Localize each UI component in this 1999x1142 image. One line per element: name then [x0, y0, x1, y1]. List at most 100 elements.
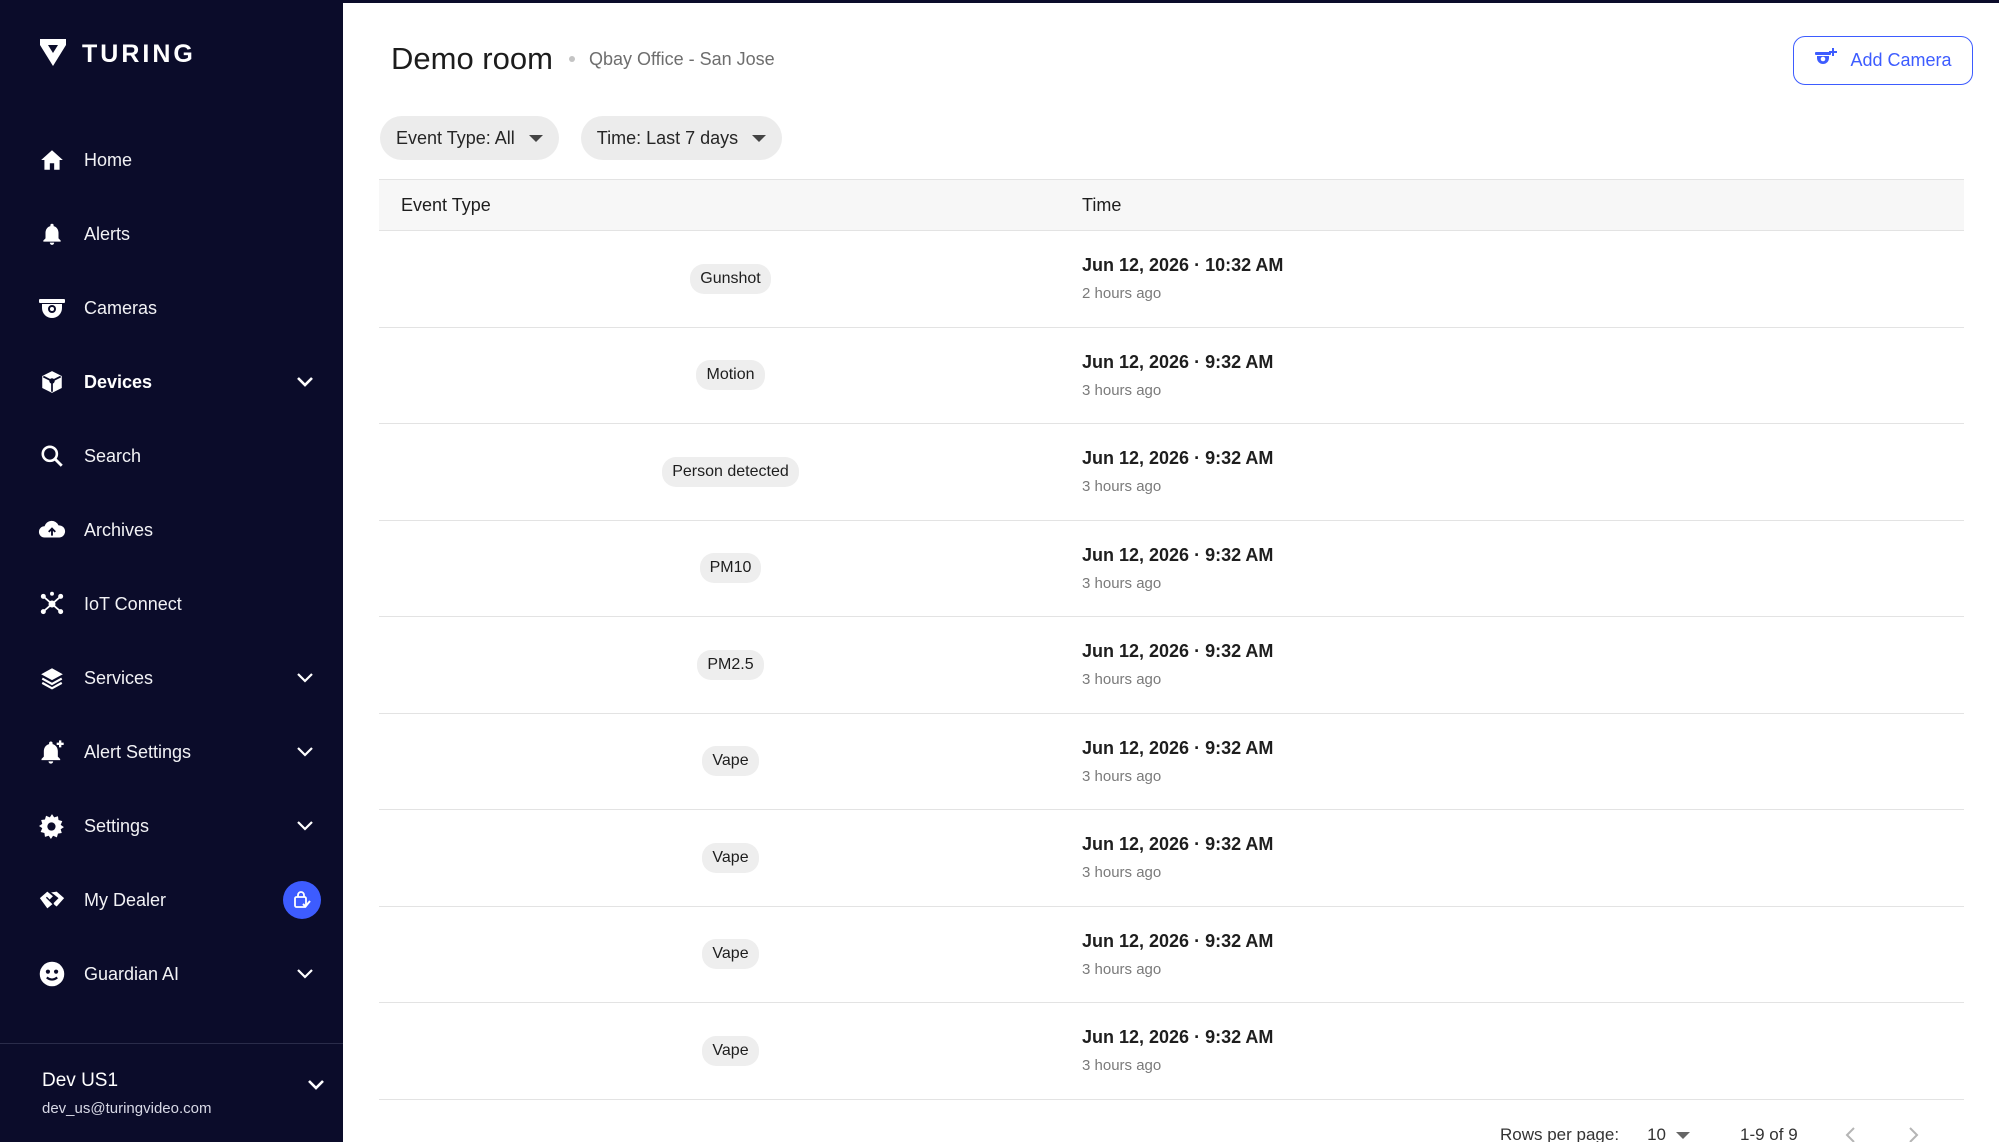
previous-page-button[interactable] — [1838, 1123, 1862, 1142]
table-header: Event Type Time — [379, 179, 1964, 231]
add-camera-button[interactable]: Add Camera — [1793, 36, 1973, 85]
table-row[interactable]: Vape Jun 12, 2026 · 9:32 AM 3 hours ago — [379, 810, 1964, 907]
gear-icon — [38, 812, 66, 840]
handshake-icon — [38, 886, 66, 914]
sidebar-item-label: Alerts — [84, 223, 131, 244]
event-type-badge: PM10 — [699, 553, 762, 584]
sidebar-item-archives[interactable]: Archives — [0, 493, 343, 567]
chevron-down-icon[interactable] — [295, 372, 315, 392]
column-header-time[interactable]: Time — [1082, 195, 1964, 216]
brand-name: TURING — [82, 40, 196, 68]
event-type-badge: Motion — [696, 360, 765, 391]
column-header-event-type[interactable]: Event Type — [379, 195, 1082, 216]
sidebar-item-guardian-ai[interactable]: Guardian AI — [0, 937, 343, 1011]
chevron-down-icon[interactable] — [295, 964, 315, 984]
dealer-badge-icon[interactable] — [283, 881, 321, 919]
table-body: Gunshot Jun 12, 2026 · 10:32 AM 2 hours ag… — [379, 231, 1964, 1100]
time-cell: Jun 12, 2026 · 9:32 AM 3 hours ago — [1082, 738, 1964, 785]
time-filter-label: Time: Last 7 days — [596, 127, 739, 148]
robot-face-icon — [38, 960, 66, 988]
time-cell: Jun 12, 2026 · 9:32 AM 3 hours ago — [1082, 448, 1964, 495]
sidebar-item-label: Home — [84, 149, 133, 170]
event-type-badge: Gunshot — [690, 263, 771, 294]
sidebar-item-iot-connect[interactable]: IoT Connect — [0, 567, 343, 641]
event-type-badge: PM2.5 — [697, 649, 764, 680]
app-window: TURING Home Alerts Cameras Devices Searc… — [0, 0, 1999, 1142]
box-icon — [38, 368, 66, 396]
event-type-badge: Vape — [702, 842, 759, 873]
main-content: Demo room Qbay Office - San Jose Add Cam… — [343, 3, 1999, 1142]
events-table: Event Type Time Gunshot Jun 12, 2026 · 10… — [379, 179, 1964, 1100]
sidebar-item-search[interactable]: Search — [0, 419, 343, 493]
rows-per-page-select[interactable]: 10 — [1647, 1125, 1690, 1142]
event-timestamp: Jun 12, 2026 · 9:32 AM — [1082, 448, 1274, 469]
table-row[interactable]: Gunshot Jun 12, 2026 · 10:32 AM 2 hours ag… — [379, 231, 1964, 328]
sidebar-item-my-dealer[interactable]: My Dealer — [0, 863, 343, 937]
time-filter[interactable]: Time: Last 7 days — [580, 116, 783, 160]
next-page-button[interactable] — [1902, 1123, 1926, 1142]
event-relative-time: 3 hours ago — [1082, 478, 1162, 496]
sidebar-item-label: Archives — [84, 519, 154, 540]
sidebar-item-label: Cameras — [84, 297, 158, 318]
sidebar-item-label: My Dealer — [84, 889, 167, 910]
table-row[interactable]: Vape Jun 12, 2026 · 9:32 AM 3 hours ago — [379, 714, 1964, 810]
event-type-cell: Vape — [379, 1035, 1082, 1066]
sidebar-item-devices[interactable]: Devices — [0, 345, 343, 419]
location-subtitle: Qbay Office - San Jose — [588, 48, 775, 69]
table-row[interactable]: Person detected Jun 12, 2026 · 9:32 AM 3 h… — [379, 424, 1964, 521]
chevron-down-icon[interactable] — [295, 742, 315, 762]
bell-plus-icon — [38, 738, 66, 766]
sidebar-item-services[interactable]: Services — [0, 641, 343, 715]
filter-bar: Event Type: All Time: Last 7 days — [380, 116, 783, 160]
table-row[interactable]: Vape Jun 12, 2026 · 9:32 AM 3 hours ago — [379, 1003, 1964, 1100]
sidebar-item-label: Search — [84, 445, 142, 466]
table-row[interactable]: Vape Jun 12, 2026 · 9:32 AM 3 hours ago — [379, 907, 1964, 1003]
search-icon — [38, 442, 66, 470]
chevron-down-icon[interactable] — [295, 816, 315, 836]
event-relative-time: 3 hours ago — [1082, 381, 1162, 399]
event-type-cell: PM2.5 — [379, 649, 1082, 680]
chevron-down-icon[interactable] — [305, 1074, 327, 1096]
brand-logo[interactable]: TURING — [38, 36, 196, 73]
event-type-cell: Gunshot — [379, 263, 1082, 294]
event-type-badge: Vape — [702, 939, 759, 970]
account-switcher[interactable]: Dev US1 dev_us@turingvideo.com — [0, 1043, 343, 1142]
sidebar-item-home[interactable]: Home — [0, 123, 343, 197]
camera-plus-icon — [1814, 47, 1838, 74]
sidebar-item-cameras[interactable]: Cameras — [0, 271, 343, 345]
chevron-left-icon — [1845, 1127, 1855, 1142]
time-cell: Jun 12, 2026 · 9:32 AM 3 hours ago — [1082, 352, 1964, 399]
table-row[interactable]: PM10 Jun 12, 2026 · 9:32 AM 3 hours ago — [379, 521, 1964, 617]
rows-per-page-value: 10 — [1647, 1125, 1666, 1142]
camera-icon — [38, 294, 66, 322]
sidebar-item-label: Devices — [84, 371, 153, 392]
event-relative-time: 3 hours ago — [1082, 960, 1162, 978]
event-type-cell: Vape — [379, 746, 1082, 777]
sidebar-item-alert-settings[interactable]: Alert Settings — [0, 715, 343, 789]
time-cell: Jun 12, 2026 · 9:32 AM 3 hours ago — [1082, 545, 1964, 592]
sidebar-item-settings[interactable]: Settings — [0, 789, 343, 863]
table-row[interactable]: Motion Jun 12, 2026 · 9:32 AM 3 hours ago — [379, 328, 1964, 424]
sidebar-item-label: Guardian AI — [84, 963, 180, 984]
cloud-upload-icon — [38, 516, 66, 544]
sidebar-item-alerts[interactable]: Alerts — [0, 197, 343, 271]
caret-down-icon — [528, 134, 543, 142]
time-cell: Jun 12, 2026 · 10:32 AM 2 hours ago — [1082, 255, 1964, 302]
event-type-filter[interactable]: Event Type: All — [380, 116, 559, 160]
chevron-right-icon — [1908, 1127, 1919, 1142]
page-range: 1-9 of 9 — [1740, 1125, 1798, 1142]
separator-dot — [568, 56, 575, 62]
sidebar: TURING Home Alerts Cameras Devices Searc… — [0, 3, 343, 1142]
caret-down-icon — [752, 134, 767, 142]
event-type-cell: Vape — [379, 939, 1082, 970]
user-email: dev_us@turingvideo.com — [42, 1100, 212, 1117]
event-type-badge: Vape — [702, 1035, 759, 1066]
event-relative-time: 2 hours ago — [1082, 285, 1162, 303]
chevron-down-icon[interactable] — [295, 668, 315, 688]
event-relative-time: 3 hours ago — [1082, 1057, 1162, 1075]
event-timestamp: Jun 12, 2026 · 9:32 AM — [1082, 641, 1274, 662]
sidebar-item-label: Services — [84, 667, 154, 688]
table-row[interactable]: PM2.5 Jun 12, 2026 · 9:32 AM 3 hours ago — [379, 617, 1964, 714]
event-type-cell: Person detected — [379, 456, 1082, 487]
time-cell: Jun 12, 2026 · 9:32 AM 3 hours ago — [1082, 1027, 1964, 1074]
